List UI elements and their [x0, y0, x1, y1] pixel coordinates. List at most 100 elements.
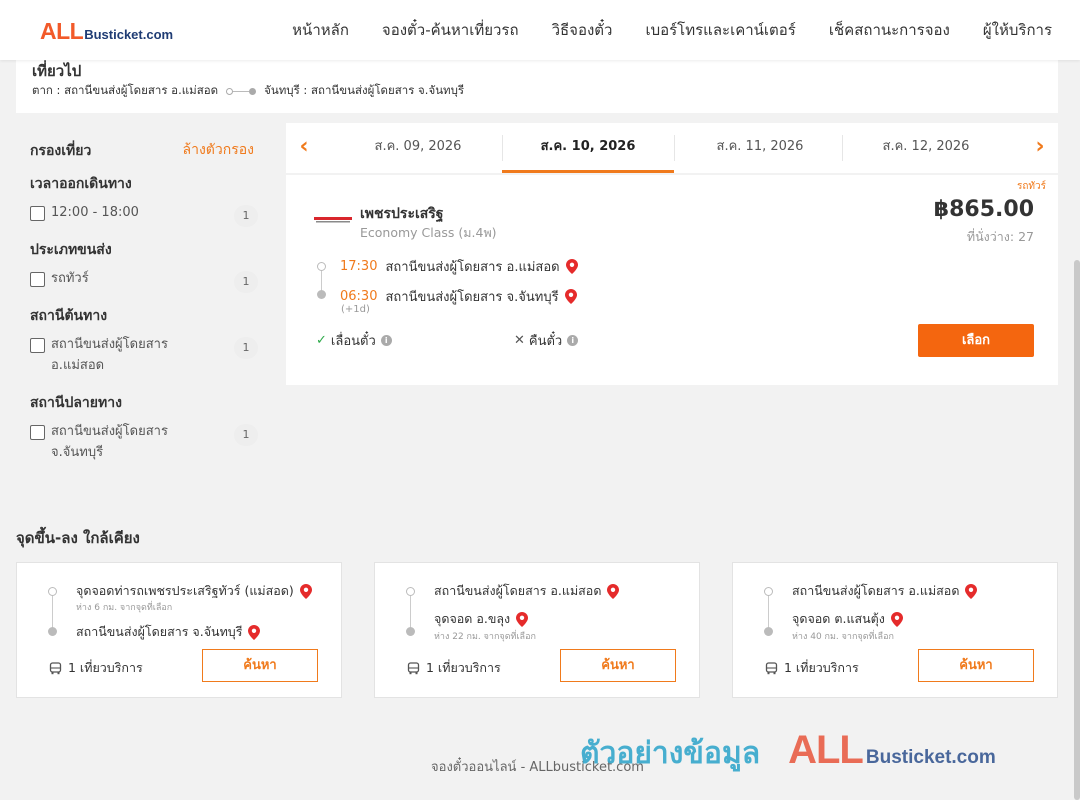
filter-count-badge: 1 [234, 337, 258, 359]
nav-contacts-counters[interactable]: เบอร์โทรและเคาน์เตอร์ [645, 18, 795, 42]
main-nav: หน้าหลัก จองตั๋ว-ค้นหาเที่ยวรถ วิธีจองตั… [259, 0, 1052, 60]
info-icon[interactable]: i [380, 335, 392, 346]
departure-dot-icon [317, 262, 326, 271]
logo-domain-text: Busticket.com [84, 27, 174, 42]
map-pin-icon[interactable] [564, 289, 577, 304]
next-date-arrow-icon[interactable]: › [1027, 134, 1053, 160]
filter-option-label: สถานีขนส่งผู้โดยสาร จ.จันทบุรี [51, 424, 168, 460]
date-tab-active[interactable]: ส.ค. 10, 2026 [502, 123, 674, 173]
nearby-destination-name: จุดจอด ต.แสนตุ้ง [792, 611, 885, 626]
filter-option[interactable]: สถานีขนส่งผู้โดยสาร จ.จันทบุรี 1 [30, 424, 270, 463]
filter-group-title: ประเภทขนส่ง [30, 242, 112, 258]
nearby-origin: สถานีขนส่งผู้โดยสาร อ.แม่สอด [792, 581, 978, 601]
nav-booking-search[interactable]: จองตั๋ว-ค้นหาเที่ยวรถ [382, 18, 519, 42]
available-seats: ที่นั่งว่าง: 27 [966, 229, 1034, 244]
trip-count-label: 1 เที่ยวบริการ [784, 660, 859, 675]
check-icon: ✓ [316, 333, 327, 348]
logo-all-text: ALL [40, 18, 84, 44]
filter-checkbox[interactable] [30, 272, 45, 287]
departure-time: 17:30 [340, 259, 378, 274]
date-tab[interactable]: ส.ค. 11, 2026 [674, 123, 846, 173]
filter-group-departure-time: เวลาออกเดินทาง 12:00 - 18:00 1 [16, 173, 270, 227]
reschedule-policy: ✓ เลื่อนตั๋ว i [316, 330, 392, 351]
nearby-origin: สถานีขนส่งผู้โดยสาร อ.แม่สอด [434, 581, 620, 601]
info-icon[interactable]: i [567, 335, 579, 346]
route-connector-icon [226, 87, 257, 95]
date-tab[interactable]: ส.ค. 09, 2026 [332, 123, 504, 173]
nearby-distance: ห่าง 6 กม. จากจุดที่เลือก [76, 603, 173, 613]
refund-policy: ✕ คืนตั๋ว i [514, 330, 579, 351]
filter-group-transport-type: ประเภทขนส่ง รถทัวร์ 1 [16, 239, 270, 293]
prev-date-arrow-icon[interactable]: ‹ [291, 134, 317, 160]
arrival-time: 06:30 [340, 289, 378, 304]
site-logo[interactable]: ALL Busticket.com [40, 18, 173, 45]
origin-dot-icon [48, 587, 57, 596]
next-day-indicator: (+1d) [341, 304, 370, 315]
cross-icon: ✕ [514, 333, 525, 348]
timeline-line [768, 593, 769, 631]
filter-option[interactable]: สถานีขนส่งผู้โดยสาร อ.แม่สอด 1 [30, 337, 270, 376]
destination-dot-icon [764, 627, 773, 636]
filter-count-badge: 1 [234, 424, 258, 446]
nearby-trip-count: 1 เที่ยวบริการ [765, 658, 859, 678]
date-tab[interactable]: ส.ค. 12, 2026 [840, 123, 1012, 173]
bus-class: Economy Class (ม.4พ) [360, 225, 497, 240]
nearby-stops-title: จุดขึ้น-ลง ใกล้เคียง [16, 529, 140, 547]
arrival-row: 06:30 สถานีขนส่งผู้โดยสาร จ.จันทบุรี [340, 286, 577, 307]
clear-filters-link[interactable]: ล้างตัวกรอง [183, 139, 254, 161]
map-pin-icon[interactable] [516, 611, 529, 627]
filter-checkbox[interactable] [30, 338, 45, 353]
top-navbar: ALL Busticket.com หน้าหลัก จองตั๋ว-ค้นหา… [0, 0, 1080, 60]
date-selector: ‹ ส.ค. 09, 2026 ส.ค. 10, 2026 ส.ค. 11, 2… [286, 123, 1058, 173]
filter-checkbox[interactable] [30, 425, 45, 440]
route-origin: ตาก : สถานีขนส่งผู้โดยสาร อ.แม่สอด [32, 83, 219, 97]
nearby-card: สถานีขนส่งผู้โดยสาร อ.แม่สอด จุดจอด อ.ขล… [374, 562, 700, 698]
timeline-line [52, 593, 53, 631]
nav-how-to-book[interactable]: วิธีจองตั๋ว [552, 18, 613, 42]
arrival-station: สถานีขนส่งผู้โดยสาร จ.จันทบุรี [385, 290, 559, 305]
select-trip-button[interactable]: เลือก [918, 324, 1034, 357]
nearby-distance: ห่าง 22 กม. จากจุดที่เลือก [434, 632, 536, 642]
map-pin-icon[interactable] [965, 583, 978, 599]
route-line: ตาก : สถานีขนส่งผู้โดยสาร อ.แม่สอด จันทบ… [32, 82, 464, 100]
nearby-search-button[interactable]: ค้นหา [560, 649, 676, 682]
page-scrollbar[interactable] [1074, 260, 1080, 800]
map-pin-icon[interactable] [565, 259, 578, 274]
nearby-origin-name: จุดจอดท่ารถเพชรประเสริฐทัวร์ (แม่สอด) [76, 583, 294, 598]
origin-dot-icon [406, 587, 415, 596]
nearby-search-button[interactable]: ค้นหา [202, 649, 318, 682]
trip-price: ฿865.00 [933, 197, 1034, 222]
nearby-trip-count: 1 เที่ยวบริการ [49, 658, 143, 678]
filter-group-title: เวลาออกเดินทาง [30, 176, 132, 192]
map-pin-icon[interactable] [248, 624, 261, 640]
trip-count-label: 1 เที่ยวบริการ [426, 660, 501, 675]
operator-logo-icon [314, 217, 352, 223]
map-pin-icon[interactable] [299, 583, 312, 599]
trip-card: รถทัวร์ เพชรประเสริฐ Economy Class (ม.4พ… [286, 175, 1058, 385]
nearby-card: สถานีขนส่งผู้โดยสาร อ.แม่สอด จุดจอด ต.แส… [732, 562, 1058, 698]
nav-check-booking[interactable]: เช็คสถานะการจอง [829, 18, 950, 42]
map-pin-icon[interactable] [607, 583, 620, 599]
filter-header: กรองเที่ยว ล้างตัวกรอง [16, 123, 270, 173]
nav-home[interactable]: หน้าหลัก [292, 18, 349, 42]
map-pin-icon[interactable] [890, 611, 903, 627]
filter-option[interactable]: 12:00 - 18:00 1 [30, 205, 270, 227]
nearby-destination-name: จุดจอด อ.ขลุง [434, 611, 511, 626]
nearby-destination-name: สถานีขนส่งผู้โดยสาร จ.จันทบุรี [76, 624, 243, 639]
filter-group-title: สถานีต้นทาง [30, 308, 108, 324]
filter-count-badge: 1 [234, 271, 258, 293]
filter-option-label: สถานีขนส่งผู้โดยสาร อ.แม่สอด [51, 337, 168, 373]
nearby-card: จุดจอดท่ารถเพชรประเสริฐทัวร์ (แม่สอด) ห่… [16, 562, 342, 698]
operator-name: เพชรประเสริฐ [360, 206, 444, 222]
nearby-destination: จุดจอด ต.แสนตุ้ง [792, 609, 903, 629]
filter-option[interactable]: รถทัวร์ 1 [30, 271, 270, 293]
nav-operators[interactable]: ผู้ให้บริการ [983, 18, 1052, 42]
trip-count-label: 1 เที่ยวบริการ [68, 660, 143, 675]
filter-checkbox[interactable] [30, 206, 45, 221]
filter-count-badge: 1 [234, 205, 258, 227]
destination-dot-icon [406, 627, 415, 636]
filter-group-title: สถานีปลายทาง [30, 395, 122, 411]
nearby-search-button[interactable]: ค้นหา [918, 649, 1034, 682]
nearby-destination: จุดจอด อ.ขลุง [434, 609, 529, 629]
departure-station: สถานีขนส่งผู้โดยสาร อ.แม่สอด [385, 260, 560, 275]
